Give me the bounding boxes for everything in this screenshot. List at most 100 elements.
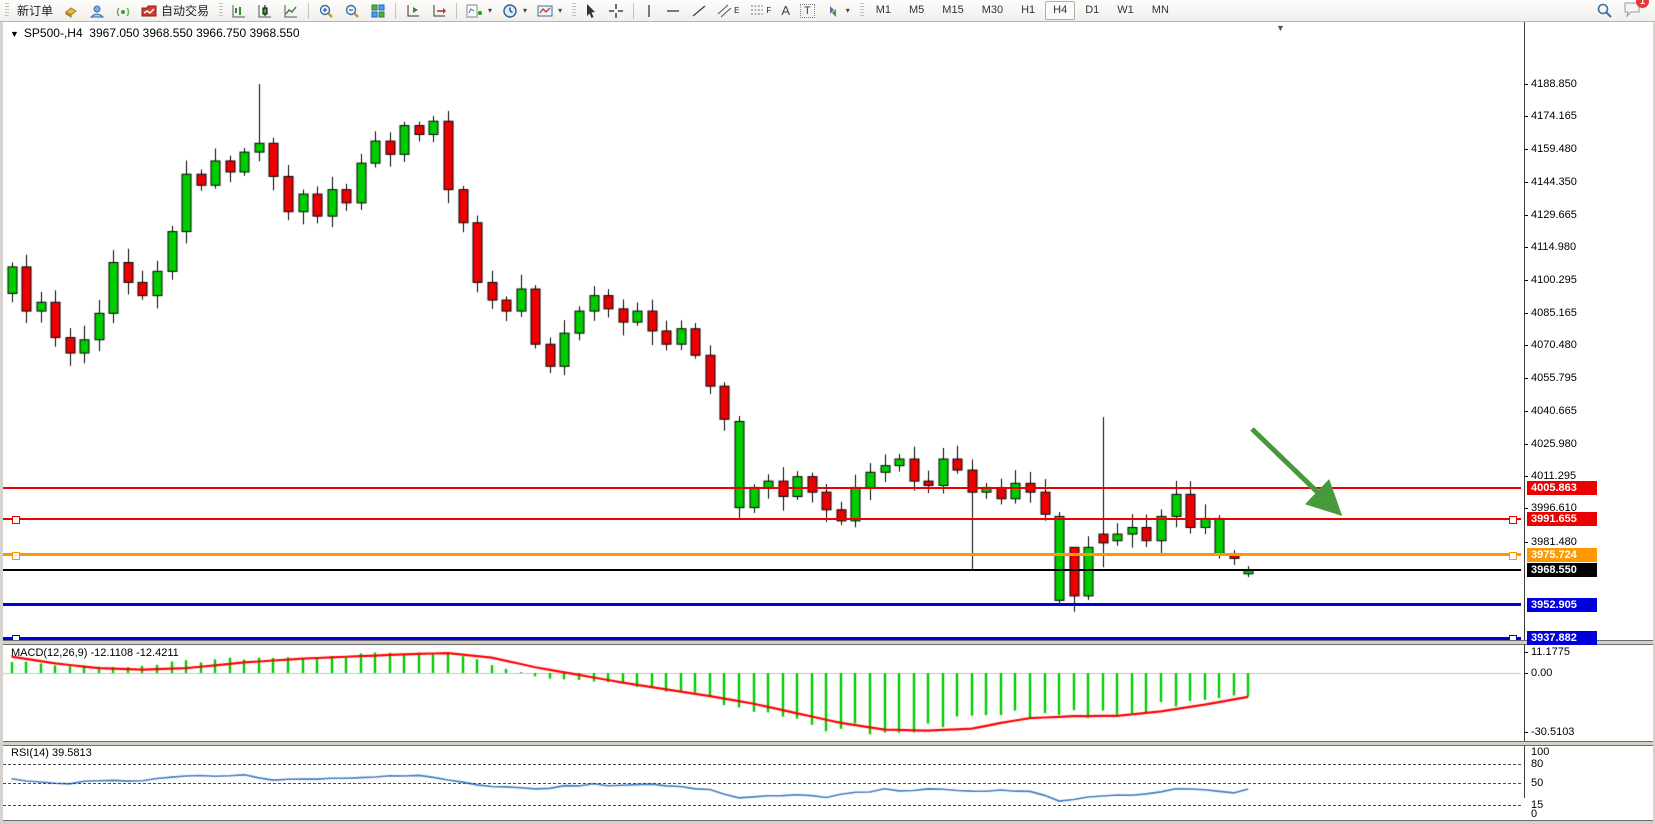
templates-icon	[537, 3, 553, 19]
zoom-out-button[interactable]	[339, 1, 365, 20]
price-line-3952.905[interactable]	[3, 603, 1521, 606]
rsi-tick-label: 50	[1531, 777, 1543, 789]
templates-button[interactable]: ▾	[532, 1, 567, 20]
auto-trading-button[interactable]: 自动交易	[136, 1, 214, 20]
signal-icon	[115, 3, 131, 19]
timeframe-button-m1[interactable]: M1	[868, 1, 899, 20]
price-line-3991.655[interactable]	[3, 518, 1521, 520]
vertical-line-tool-button[interactable]	[638, 1, 660, 20]
price-line-3968.550[interactable]	[3, 569, 1521, 571]
price-tick-label: 4144.350	[1531, 176, 1577, 188]
price-line-badge: 4005.863	[1527, 481, 1597, 495]
price-chart-canvas[interactable]	[3, 44, 1521, 640]
price-tick-label: 4070.480	[1531, 339, 1577, 351]
toolbar-separator	[633, 3, 634, 19]
crosshair-tool-button[interactable]	[603, 1, 629, 20]
price-tick-label: 4129.665	[1531, 209, 1577, 221]
chevron-down-icon: ▾	[846, 6, 850, 15]
price-tick-label: 4040.665	[1531, 405, 1577, 417]
chart-shift-button[interactable]	[426, 1, 452, 20]
toolbar-separator	[308, 3, 309, 19]
macd-tick-label: 0.00	[1531, 667, 1552, 679]
history-button[interactable]	[58, 1, 84, 20]
bar-chart-mode-button[interactable]	[226, 1, 252, 20]
zoom-in-button[interactable]	[313, 1, 339, 20]
text-label-icon: T	[800, 4, 815, 18]
toolbar-grip	[860, 3, 864, 18]
chart-shift-marker[interactable]: ▼	[1276, 23, 1285, 33]
timeframe-button-m15[interactable]: M15	[934, 1, 971, 20]
timeframe-button-w1[interactable]: W1	[1109, 1, 1142, 20]
new-order-label: 新订单	[17, 2, 53, 19]
text-tool-button[interactable]: A	[776, 1, 795, 20]
text-label-tool-button[interactable]: T	[795, 1, 820, 20]
notifications-button[interactable]: 1	[1623, 1, 1641, 20]
candlestick-mode-button[interactable]	[252, 1, 278, 20]
timeframe-button-m30[interactable]: M30	[974, 1, 1011, 20]
shapes-tool-button[interactable]: ▾	[820, 1, 855, 20]
pane-separator-macd[interactable]	[3, 640, 1653, 645]
rsi-level-50	[3, 783, 1521, 784]
price-tick-label: 4055.795	[1531, 372, 1577, 384]
chevron-down-icon: ▾	[523, 6, 527, 15]
hline-icon	[665, 3, 681, 19]
bar-chart-icon	[231, 3, 247, 19]
toolbar-separator	[456, 3, 457, 19]
signal-button[interactable]	[110, 1, 136, 20]
shapes-icon	[825, 3, 841, 19]
toolbar-separator	[395, 3, 396, 19]
chevron-down-icon: ▾	[488, 6, 492, 15]
timeframe-button-h1[interactable]: H1	[1013, 1, 1043, 20]
timeframe-button-mn[interactable]: MN	[1144, 1, 1177, 20]
equidistant-channel-tool-button[interactable]: E	[712, 1, 744, 20]
zoom-in-icon	[318, 3, 334, 19]
macd-indicator-canvas[interactable]	[3, 644, 1521, 741]
trendline-tool-button[interactable]	[686, 1, 712, 20]
tile-windows-button[interactable]	[365, 1, 391, 20]
line-handle[interactable]	[12, 552, 20, 560]
rsi-label: RSI(14) 39.5813	[11, 747, 92, 759]
vline-icon	[643, 3, 655, 19]
auto-scroll-button[interactable]	[400, 1, 426, 20]
timeframe-button-m5[interactable]: M5	[901, 1, 932, 20]
price-tick-label: 4159.480	[1531, 143, 1577, 155]
periods-icon	[502, 3, 518, 19]
notification-badge: 1	[1636, 0, 1649, 8]
rsi-level-15	[3, 805, 1521, 806]
fibonacci-tool-button[interactable]: F	[744, 1, 776, 20]
timeframe-button-h4[interactable]: H4	[1045, 1, 1075, 20]
auto-trading-label: 自动交易	[161, 2, 209, 19]
indicators-button[interactable]: ▾	[461, 1, 497, 20]
pane-separator-time	[3, 820, 1653, 824]
line-handle[interactable]	[1509, 552, 1517, 560]
price-line-badge: 3975.724	[1527, 548, 1597, 562]
periods-button[interactable]: ▾	[497, 1, 532, 20]
price-line-badge: 3991.655	[1527, 512, 1597, 526]
new-order-button[interactable]: 新订单	[12, 1, 58, 20]
price-tick-label: 4025.980	[1531, 438, 1577, 450]
toolbar-right-group: 1	[1596, 1, 1655, 20]
macd-label: MACD(12,26,9) -12.1108 -12.4211	[11, 647, 179, 659]
price-tick-label: 4174.165	[1531, 110, 1577, 122]
price-tick-label: 4188.850	[1531, 78, 1577, 90]
line-handle[interactable]	[12, 516, 20, 524]
symbol-period-label: SP500-,H4	[24, 26, 83, 40]
search-icon[interactable]	[1596, 2, 1613, 19]
timeframe-button-d1[interactable]: D1	[1077, 1, 1107, 20]
collapse-icon[interactable]: ▼	[10, 29, 19, 39]
price-line-4005.863[interactable]	[3, 487, 1521, 489]
zoom-out-icon	[344, 3, 360, 19]
timeframe-toolbar: M1M5M15M30H1H4D1W1MN	[867, 1, 1178, 20]
line-handle[interactable]	[1509, 516, 1517, 524]
cursor-tool-button[interactable]	[579, 1, 603, 20]
pane-separator-rsi[interactable]	[3, 741, 1653, 746]
chart-window: ▼SP500-,H4 3967.050 3968.550 3966.750 39…	[0, 22, 1655, 824]
crosshair-icon	[608, 3, 624, 19]
line-chart-mode-button[interactable]	[278, 1, 304, 20]
candlestick-icon	[257, 3, 273, 19]
price-line-3975.724[interactable]	[3, 553, 1521, 556]
autotrade-icon	[141, 3, 157, 19]
horizontal-line-tool-button[interactable]	[660, 1, 686, 20]
profile-button[interactable]	[84, 1, 110, 20]
channel-letter: E	[734, 6, 739, 15]
